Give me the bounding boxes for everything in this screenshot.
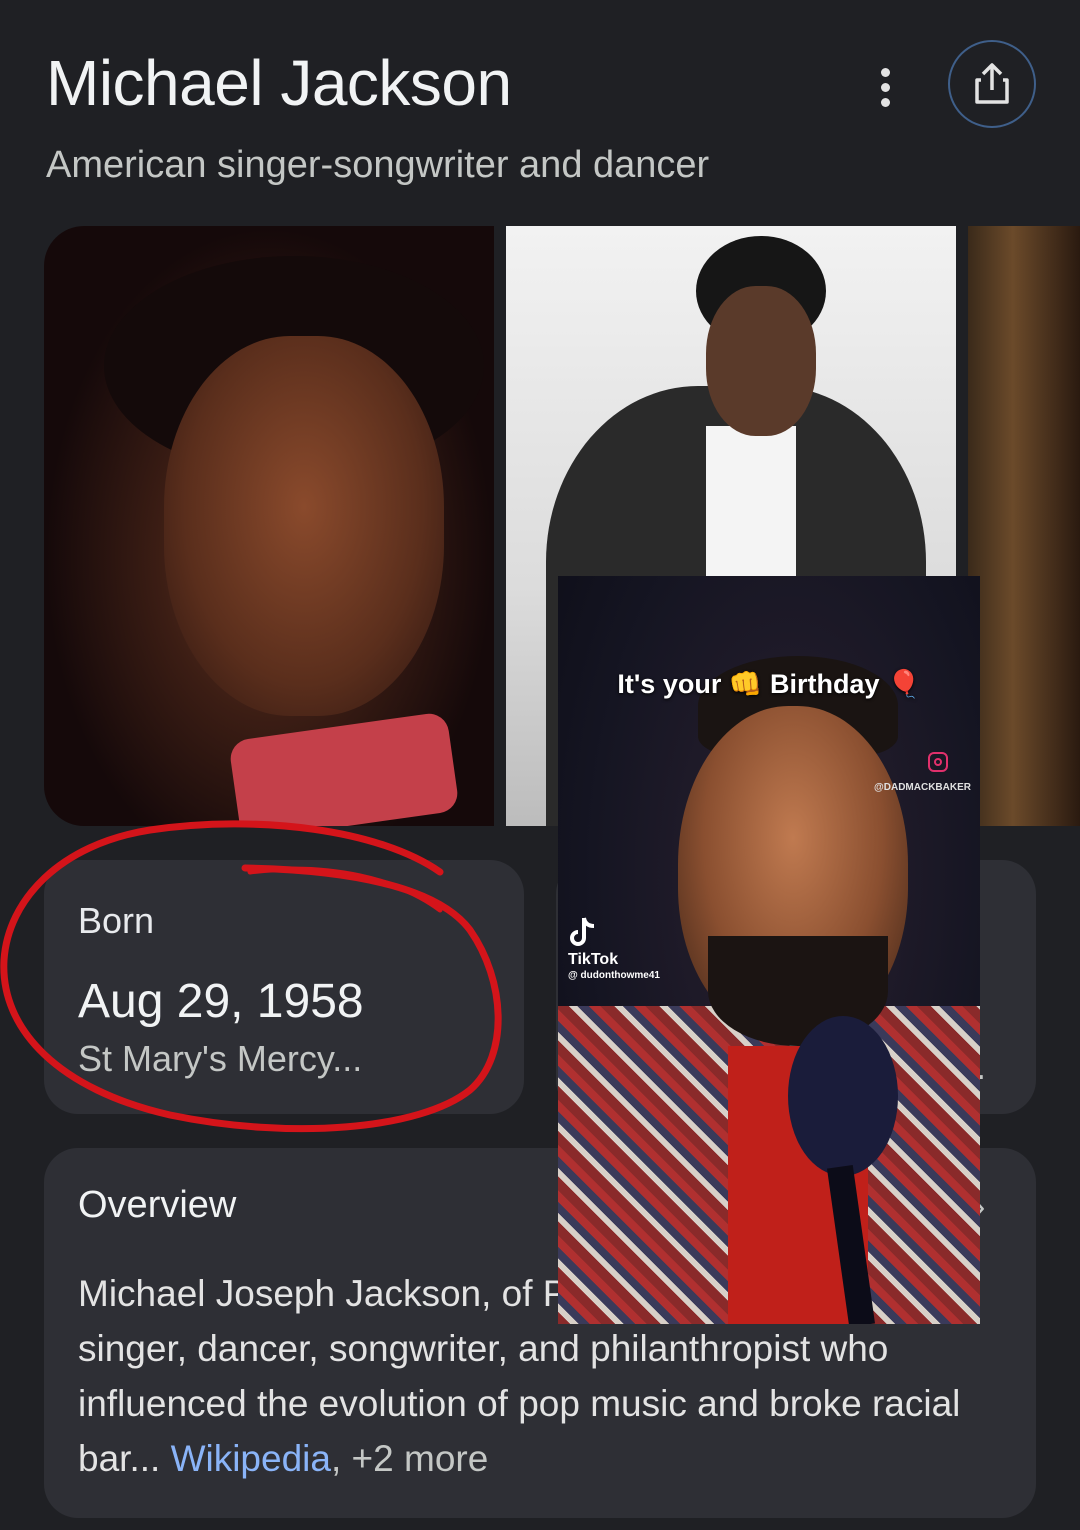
share-icon [975, 63, 1009, 104]
more-options-button[interactable] [862, 64, 908, 110]
video-handle: @DADMACKBAKER [874, 782, 971, 793]
wikipedia-link[interactable]: Wikipedia [171, 1438, 331, 1479]
red-annotation-circle [0, 820, 502, 1133]
tiktok-icon [570, 917, 595, 946]
page-title: Michael Jackson [46, 47, 512, 119]
photo-face [164, 336, 444, 716]
tiktok-user: @ dudonthowme41 [568, 970, 660, 981]
overview-text-line1: Michael Joseph Jackson, of [78, 1273, 533, 1314]
tiktok-logo: TikTok [568, 916, 618, 968]
photo-bowtie [228, 711, 460, 826]
tiktok-video-overlay[interactable]: It's your 👊 Birthday 🎈 @DADMACKBAKER Tik… [558, 576, 980, 1324]
image-carousel-photo-1[interactable] [44, 226, 494, 826]
more-vert-icon [880, 67, 890, 77]
microphone [788, 1016, 898, 1176]
video-caption: It's your 👊 Birthday 🎈 [617, 669, 921, 699]
instagram-icon [928, 752, 948, 772]
more-sources-link[interactable]: , +2 more [331, 1438, 488, 1479]
tiktok-wordmark: TikTok [568, 951, 619, 968]
image-carousel-photo-3[interactable] [968, 226, 1080, 826]
share-button[interactable] [948, 40, 1036, 128]
photo-face [706, 286, 816, 436]
overview-title: Overview [78, 1184, 237, 1226]
overview-ellipsis: ... [129, 1438, 161, 1479]
page-subtitle: American singer-songwriter and dancer [46, 144, 710, 186]
